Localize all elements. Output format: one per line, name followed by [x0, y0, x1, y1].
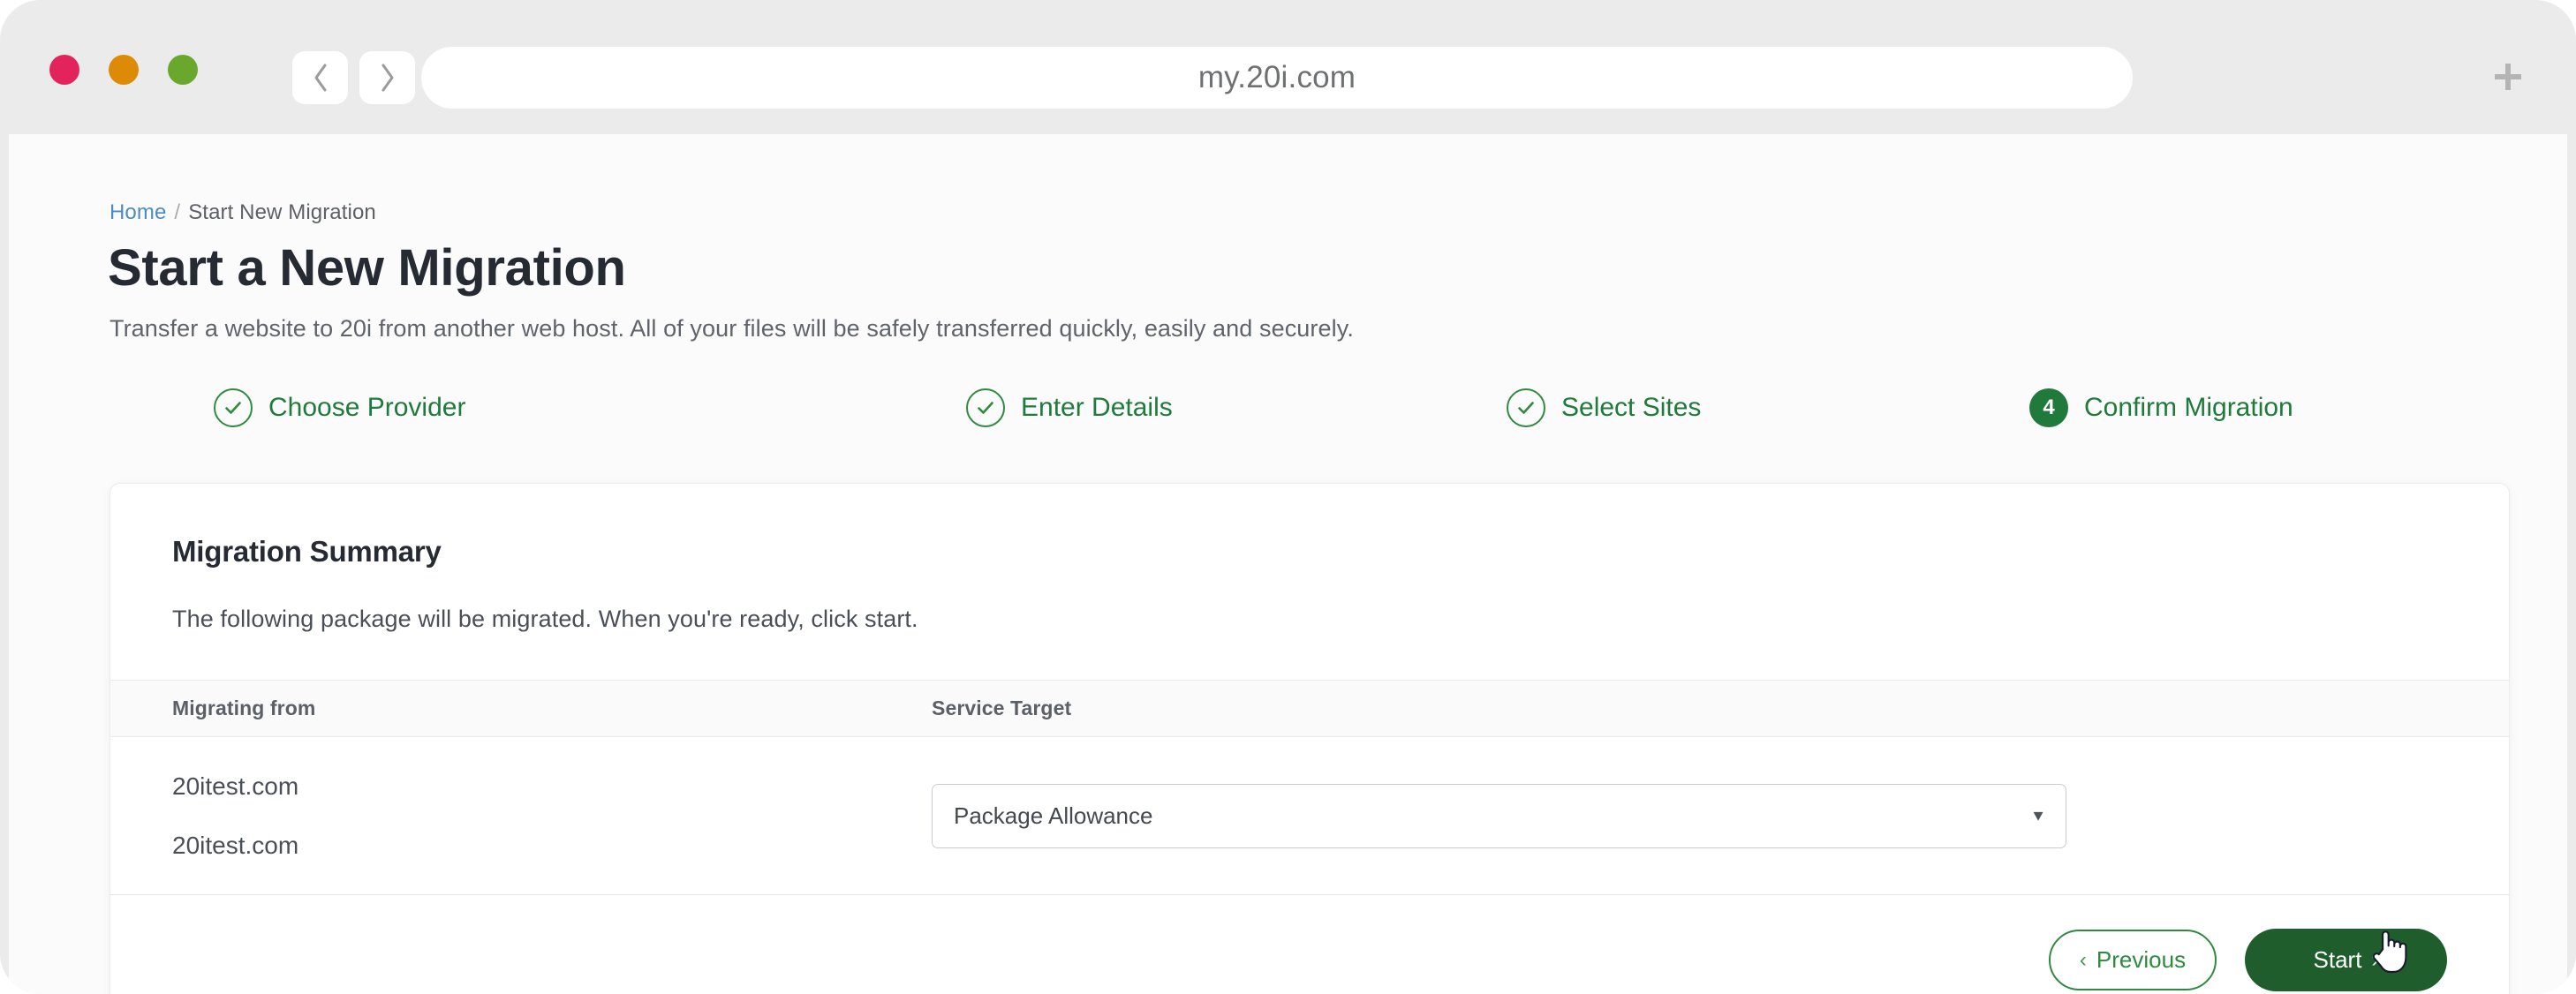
breadcrumb-home-link[interactable]: Home: [110, 200, 166, 224]
chevron-right-icon: ›: [2371, 947, 2379, 972]
previous-button[interactable]: ‹ Previous: [2049, 930, 2217, 990]
chevron-down-icon: ▾: [2033, 806, 2043, 825]
migration-table: Migrating from Service Target 20itest.co…: [110, 680, 2509, 895]
close-window-button[interactable]: [49, 55, 79, 85]
source-domain: 20itest.com: [172, 831, 299, 859]
page-subtitle: Transfer a website to 20i from another w…: [110, 315, 1354, 342]
breadcrumb-separator: /: [174, 200, 181, 224]
page-viewport: Home / Start New Migration Start a New Mig…: [9, 134, 2567, 994]
new-tab-button[interactable]: [2482, 50, 2534, 103]
source-domain: 20itest.com: [172, 772, 299, 800]
browser-window: my.20i.com Home / Start New Migration Star…: [0, 0, 2576, 994]
card-title: Migration Summary: [172, 535, 442, 568]
browser-chrome-bar: my.20i.com: [0, 0, 2576, 134]
step-2-check-icon: [966, 388, 1005, 427]
forward-button[interactable]: [359, 51, 415, 104]
column-header-migrating-from: Migrating from: [172, 697, 316, 719]
step-1-label: Choose Provider: [268, 393, 466, 422]
plus-icon: [2489, 58, 2527, 95]
address-bar[interactable]: my.20i.com: [421, 47, 2133, 109]
window-traffic-lights: [49, 55, 198, 85]
service-target-selected-value: Package Allowance: [954, 802, 1153, 829]
step-3-check-icon: [1507, 388, 1545, 427]
cell-migrating-from: 20itest.com 20itest.com: [110, 772, 932, 860]
step-2-label: Enter Details: [1021, 393, 1173, 422]
step-enter-details[interactable]: Enter Details: [966, 381, 1173, 434]
cell-service-target: Package Allowance ▾: [932, 783, 2509, 848]
minimize-window-button[interactable]: [109, 55, 139, 85]
step-1-check-icon: [214, 388, 253, 427]
migration-step-indicator: Choose Provider Enter Details Select Sit…: [110, 381, 2467, 443]
chevron-left-icon: [311, 63, 330, 93]
start-button-label: Start: [2313, 946, 2362, 973]
chevron-right-icon: [378, 63, 397, 93]
card-description: The following package will be migrated. …: [172, 606, 918, 632]
card-header: Migration Summary The following package …: [110, 484, 2509, 633]
migration-summary-card: Migration Summary The following package …: [110, 483, 2510, 994]
step-3-label: Select Sites: [1561, 393, 1702, 422]
step-4-number-badge: 4: [2029, 388, 2068, 427]
step-select-sites[interactable]: Select Sites: [1507, 381, 1701, 434]
table-header-row: Migrating from Service Target: [110, 680, 2509, 737]
step-choose-provider[interactable]: Choose Provider: [214, 381, 465, 434]
breadcrumb-current: Start New Migration: [188, 200, 376, 224]
start-button[interactable]: Start ›: [2245, 929, 2447, 991]
breadcrumb: Home / Start New Migration: [110, 200, 376, 225]
column-header-service-target: Service Target: [932, 697, 1072, 719]
browser-nav-buttons: [292, 51, 415, 104]
step-4-label: Confirm Migration: [2084, 393, 2293, 422]
card-footer-actions: ‹ Previous Start ›: [110, 895, 2509, 991]
address-bar-url: my.20i.com: [1197, 60, 1356, 94]
step-confirm-migration[interactable]: 4 Confirm Migration: [2029, 381, 2293, 434]
table-row: 20itest.com 20itest.com Package Allowanc…: [110, 737, 2509, 895]
service-target-select[interactable]: Package Allowance ▾: [932, 783, 2066, 848]
page-title: Start a New Migration: [108, 239, 626, 297]
maximize-window-button[interactable]: [168, 55, 198, 85]
previous-button-label: Previous: [2096, 946, 2187, 973]
back-button[interactable]: [292, 51, 348, 104]
chevron-left-icon: ‹: [2079, 947, 2087, 972]
